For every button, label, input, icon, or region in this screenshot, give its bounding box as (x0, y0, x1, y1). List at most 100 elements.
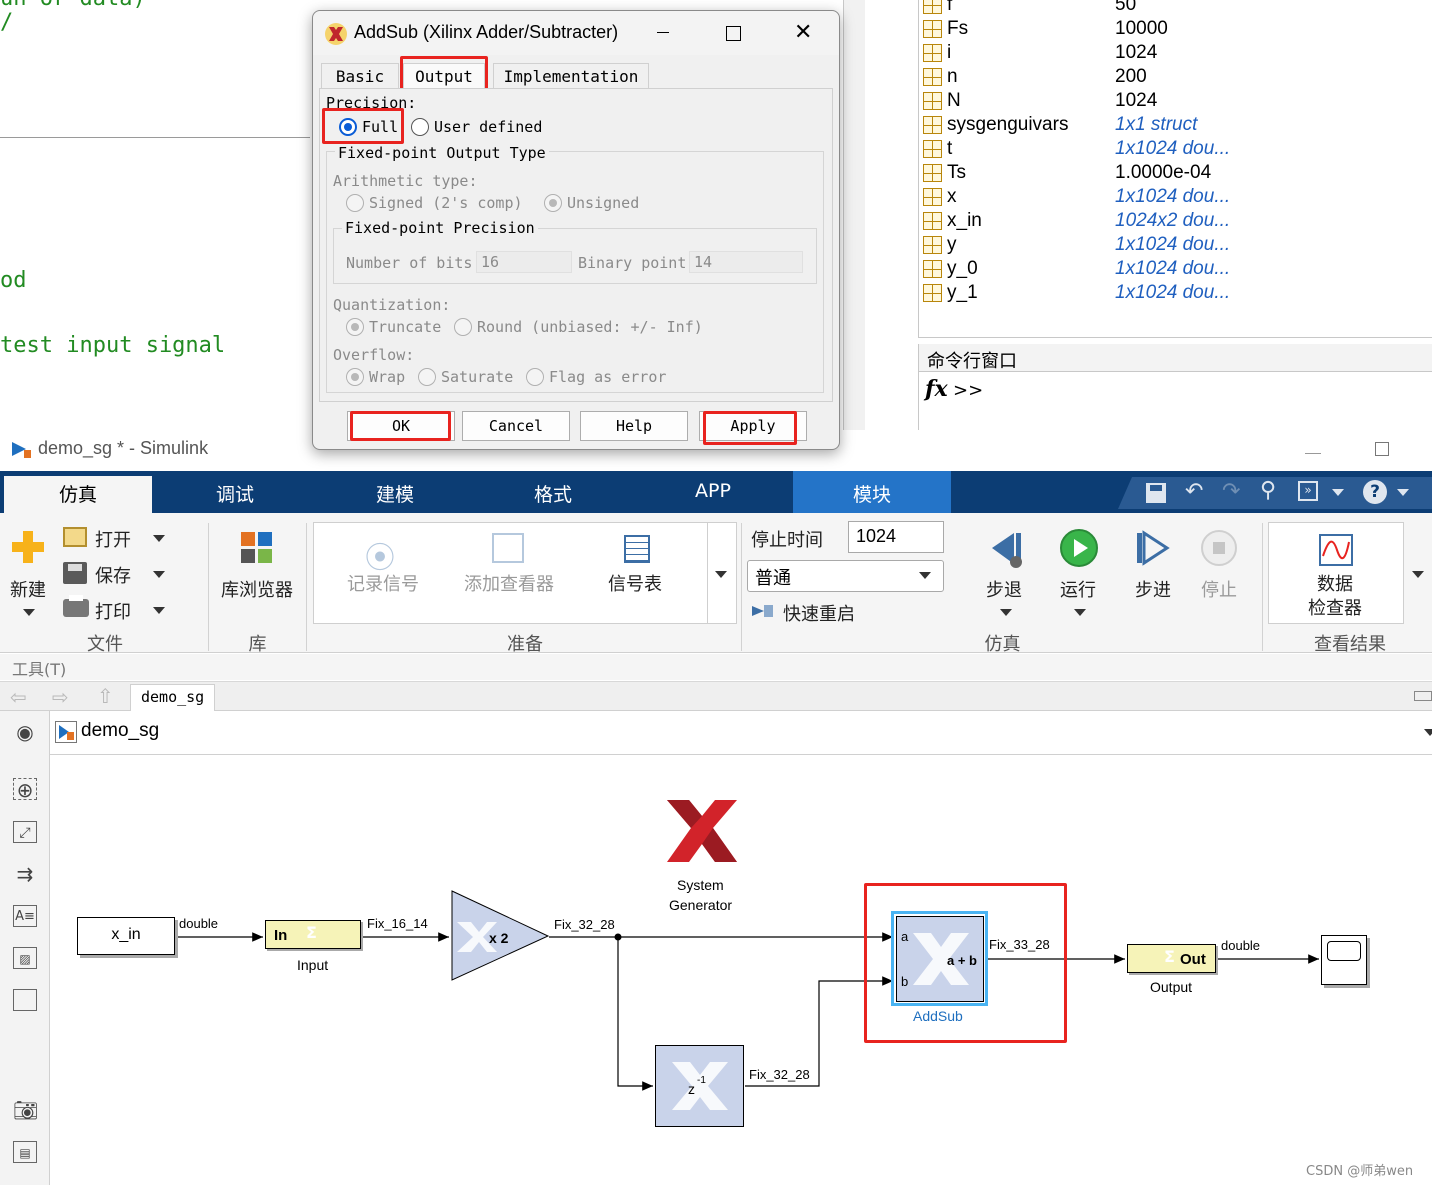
step-back-button[interactable]: 步退 (986, 576, 1022, 602)
chevron-down-icon[interactable] (1412, 571, 1424, 578)
tab-debug[interactable]: 调试 (160, 471, 310, 513)
workspace-variable-row[interactable]: y_0 1x1024 dou... (919, 257, 1432, 281)
fast-restart-button[interactable]: 快速重启 (783, 600, 855, 626)
tab-modeling[interactable]: 建模 (320, 471, 470, 513)
workspace-variable-value[interactable]: 1024x2 dou... (1115, 210, 1230, 232)
from-workspace-block[interactable]: x_in (77, 917, 175, 955)
unsigned-radio[interactable] (544, 194, 562, 212)
saturate-radio[interactable] (418, 368, 436, 386)
library-browser-button[interactable]: 库浏览器 (221, 576, 293, 602)
simulation-mode-select[interactable]: 普通 (747, 560, 944, 592)
arrow-icon[interactable]: ⇉ (13, 863, 37, 885)
back-arrow-icon[interactable]: ⇦ (10, 685, 27, 709)
round-radio[interactable] (454, 318, 472, 336)
save-button[interactable]: 保存 (95, 562, 131, 588)
zoom-icon[interactable]: ⊕ (13, 778, 37, 801)
data-inspector-label-1[interactable]: 数据 (1317, 570, 1353, 596)
workspace-variable-value[interactable]: 1x1024 dou... (1115, 258, 1230, 280)
tab-format[interactable]: 格式 (478, 471, 628, 513)
chevron-down-icon[interactable] (1000, 609, 1012, 616)
tab-basic[interactable]: Basic (321, 63, 399, 89)
data-inspector-label-2[interactable]: 检查器 (1308, 594, 1362, 620)
hide-browser-icon[interactable]: ◉ (13, 721, 37, 743)
model-canvas[interactable]: System Generator x_in double In Σ Input … (51, 756, 1432, 1185)
wrap-radio[interactable] (346, 368, 364, 386)
workspace-variable-row[interactable]: i 1024 (919, 41, 1432, 65)
user-defined-radio[interactable] (411, 118, 429, 136)
chevron-down-icon[interactable] (1424, 729, 1432, 736)
tab-simulation[interactable]: 仿真 (4, 476, 152, 513)
tab-block[interactable]: 模块 (793, 471, 951, 513)
chevron-down-icon[interactable] (1074, 609, 1086, 616)
number-of-bits-input[interactable]: 16 (476, 251, 572, 273)
save-icon[interactable] (1146, 483, 1166, 503)
splitter[interactable] (843, 0, 865, 430)
area-icon[interactable] (13, 989, 37, 1011)
signal-table-button[interactable]: 信号表 (608, 570, 662, 596)
delay-block[interactable]: z -1 (655, 1045, 744, 1127)
fit-to-view-icon[interactable]: ⤢ (13, 821, 37, 843)
chevron-down-icon[interactable] (919, 572, 931, 579)
run-button[interactable]: 运行 (1060, 576, 1096, 602)
flag-as-error-radio[interactable] (526, 368, 544, 386)
camera-icon[interactable]: 📷︎ (13, 1099, 38, 1121)
gateway-out-block[interactable]: Σ Out (1127, 944, 1216, 973)
tools-menu[interactable]: 工具(T) (0, 654, 1432, 680)
chevron-down-icon[interactable] (153, 535, 165, 542)
workspace-variable-row[interactable]: x 1x1024 dou... (919, 185, 1432, 209)
workspace-variable-value[interactable]: 1x1024 dou... (1115, 138, 1230, 160)
stop-time-input[interactable]: 1024 (848, 521, 944, 553)
workspace-variable-row[interactable]: f 50 (919, 0, 1432, 17)
binary-point-input[interactable]: 14 (689, 251, 803, 273)
workspace-variable-value[interactable]: 1x1024 dou... (1115, 282, 1230, 304)
close-icon[interactable]: ✕ (794, 20, 812, 45)
workspace-variable-row[interactable]: y 1x1024 dou... (919, 233, 1432, 257)
undo-icon[interactable]: ↶ (1185, 479, 1203, 504)
keyboard-icon[interactable] (1414, 691, 1432, 701)
forward-arrow-icon[interactable]: ⇨ (52, 685, 69, 709)
workspace-variable-row[interactable]: x_in 1024x2 dou... (919, 209, 1432, 233)
workspace-variable-row[interactable]: Ts 1.0000e-04 (919, 161, 1432, 185)
step-forward-button[interactable]: 步进 (1135, 576, 1171, 602)
maximize-button[interactable] (1375, 442, 1389, 456)
new-button[interactable]: 新建 (10, 576, 46, 602)
new-icon[interactable] (10, 529, 46, 565)
truncate-radio[interactable] (346, 318, 364, 336)
chevron-down-icon[interactable] (153, 607, 165, 614)
workspace-variable-row[interactable]: Fs 10000 (919, 17, 1432, 41)
image-icon[interactable]: ▨ (13, 947, 37, 969)
chevron-down-icon[interactable] (1332, 489, 1344, 496)
workspace-variable-row[interactable]: N 1024 (919, 89, 1432, 113)
up-arrow-icon[interactable]: ⇧ (97, 684, 114, 708)
workspace-variable-value[interactable]: 1x1024 dou... (1115, 234, 1230, 256)
user-defined-label[interactable]: User defined (434, 118, 542, 136)
model-breadcrumb[interactable]: demo_sg (81, 720, 159, 742)
maximize-icon[interactable] (726, 26, 741, 41)
tab-apps[interactable]: APP (638, 471, 788, 513)
property-inspector-icon[interactable]: ▤ (13, 1141, 37, 1163)
command-prompt[interactable]: >> (953, 380, 983, 401)
tab-implementation[interactable]: Implementation (493, 63, 649, 89)
command-window[interactable]: 命令行窗口 fx >> (918, 344, 1432, 430)
open-button[interactable]: 打开 (95, 526, 131, 552)
workspace-variable-row[interactable]: t 1x1024 dou... (919, 137, 1432, 161)
log-signals-button[interactable]: 记录信号 (347, 570, 419, 596)
chevron-down-icon[interactable] (153, 571, 165, 578)
minimize-icon[interactable] (657, 32, 669, 33)
stop-button[interactable]: 停止 (1201, 576, 1237, 602)
search-icon[interactable]: ⚲ (1260, 478, 1276, 503)
scope-block[interactable] (1321, 935, 1367, 985)
workspace-variable-row[interactable]: n 200 (919, 65, 1432, 89)
model-tab[interactable]: demo_sg (130, 684, 216, 712)
workspace-panel[interactable]: f 50 Fs 10000 i 1024 n 200 N 1024 sysgenguivars 1x1… (918, 0, 1432, 338)
signed-radio[interactable] (346, 194, 364, 212)
print-button[interactable]: 打印 (95, 598, 131, 624)
help-button[interactable]: Help (580, 411, 688, 441)
cancel-button[interactable]: Cancel (462, 411, 570, 441)
help-icon[interactable]: ? (1363, 480, 1387, 504)
chevron-down-icon[interactable] (715, 571, 727, 578)
shortcuts-icon[interactable]: » (1298, 481, 1318, 501)
workspace-variable-value[interactable]: 1x1 struct (1115, 114, 1197, 136)
chevron-down-icon[interactable] (1397, 489, 1409, 496)
fx-icon[interactable]: fx (925, 376, 948, 402)
